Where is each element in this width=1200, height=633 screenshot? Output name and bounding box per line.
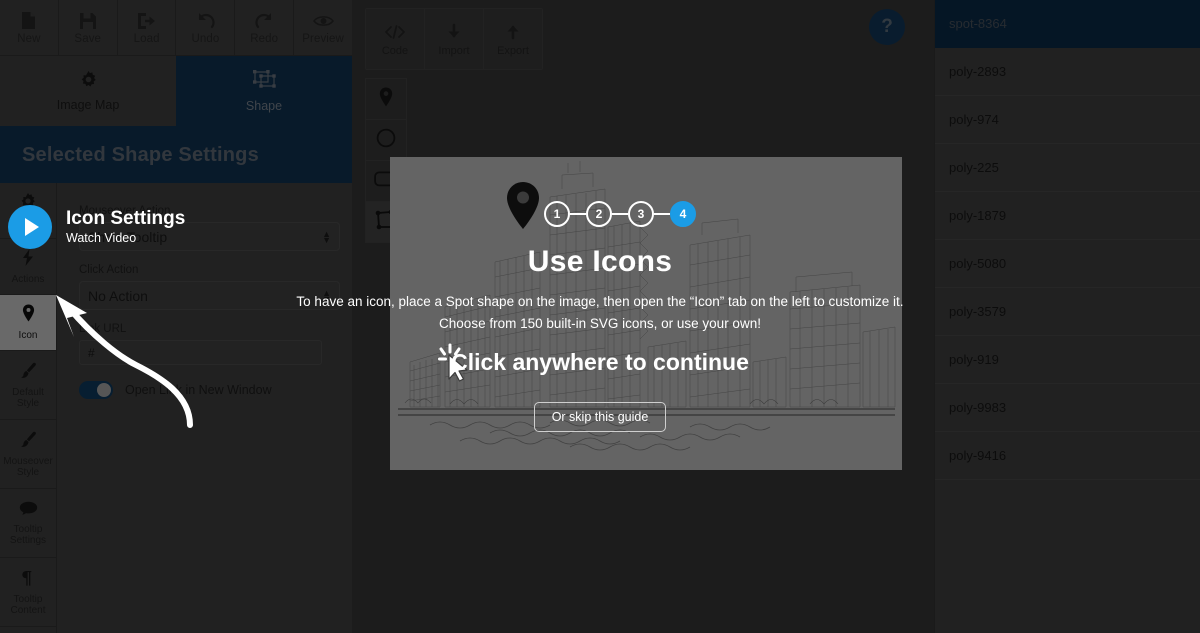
- new-button-label: New: [17, 33, 40, 45]
- shape-name: poly-225: [949, 160, 999, 175]
- list-item[interactable]: poly-974: [935, 96, 1200, 144]
- stepper-arrows-icon: ▲▼: [322, 231, 331, 243]
- import-button[interactable]: Import: [425, 9, 484, 69]
- sidebar-item-mouseover-style-label: Mouseover Style: [0, 456, 56, 478]
- shape-name: poly-5080: [949, 256, 1006, 271]
- shape-nodes-icon: [252, 69, 277, 94]
- code-button[interactable]: Code: [366, 9, 425, 69]
- shape-name: spot-8364: [949, 16, 1007, 31]
- redo-arrow-icon: [255, 11, 274, 31]
- mode-tabs: Image Map Shape: [0, 56, 352, 126]
- undo-button-label: Undo: [191, 33, 219, 45]
- save-button-label: Save: [74, 33, 101, 45]
- code-brackets-icon: [384, 22, 406, 42]
- speech-bubble-icon: [19, 501, 38, 521]
- sidebar-item-tooltip-settings[interactable]: Tooltip Settings: [0, 489, 56, 558]
- tab-image-map-label: Image Map: [57, 98, 120, 112]
- paintbrush-icon: [20, 362, 37, 384]
- list-item[interactable]: poly-2893: [935, 48, 1200, 96]
- click-action-label: Click Action: [79, 264, 352, 276]
- preview-button-label: Preview: [302, 33, 344, 45]
- shape-tool-circle[interactable]: [366, 120, 406, 161]
- import-button-label: Import: [438, 45, 469, 57]
- shape-name: poly-3579: [949, 304, 1006, 319]
- list-item[interactable]: poly-3579: [935, 288, 1200, 336]
- paintbrush-icon: [20, 431, 37, 453]
- list-item[interactable]: poly-919: [935, 336, 1200, 384]
- shape-name: poly-2893: [949, 64, 1006, 79]
- map-pin-icon: [22, 304, 35, 327]
- map-pin-icon: [379, 87, 393, 112]
- tab-shape-label: Shape: [246, 99, 282, 113]
- tutorial-arrow: [40, 285, 200, 435]
- shapes-list-panel: spot-8364 poly-2893 poly-974 poly-225 po…: [934, 0, 1200, 633]
- callout-subtitle: Watch Video: [66, 230, 185, 246]
- help-button[interactable]: ?: [869, 9, 905, 45]
- canvas-area: Code Import Export: [352, 0, 935, 633]
- play-icon[interactable]: [8, 205, 52, 249]
- export-button-label: Export: [497, 45, 529, 57]
- pilcrow-icon: ¶: [21, 569, 35, 591]
- stepper-arrows-icon: ▲▼: [322, 290, 331, 302]
- new-button[interactable]: New: [0, 0, 59, 55]
- question-mark-icon: ?: [881, 16, 893, 38]
- undo-arrow-icon: [196, 11, 215, 31]
- main-toolbar: New Save Load Undo: [0, 0, 352, 56]
- shape-name: poly-9983: [949, 400, 1006, 415]
- download-arrow-icon: [445, 22, 463, 42]
- code-button-label: Code: [382, 45, 408, 57]
- shape-tool-spot[interactable]: [366, 79, 406, 120]
- sidebar-item-icon-label: Icon: [19, 330, 38, 341]
- tab-shape[interactable]: Shape: [176, 56, 352, 126]
- callout-title: Icon Settings: [66, 208, 185, 229]
- redo-button[interactable]: Redo: [235, 0, 294, 55]
- shape-name: poly-919: [949, 352, 999, 367]
- list-item[interactable]: poly-5080: [935, 240, 1200, 288]
- shape-name: poly-974: [949, 112, 999, 127]
- load-arrow-icon: [137, 11, 156, 31]
- save-button[interactable]: Save: [59, 0, 118, 55]
- shape-name: poly-1879: [949, 208, 1006, 223]
- list-item[interactable]: spot-8364: [935, 0, 1200, 48]
- skip-guide-button[interactable]: Or skip this guide: [534, 402, 667, 432]
- sidebar-item-tooltip-settings-label: Tooltip Settings: [0, 524, 56, 546]
- icon-settings-video-callout[interactable]: Icon Settings Watch Video: [8, 205, 185, 249]
- load-button[interactable]: Load: [118, 0, 177, 55]
- sidebar-item-actions-label: Actions: [12, 274, 45, 285]
- list-item[interactable]: poly-9416: [935, 432, 1200, 480]
- floppy-disk-icon: [79, 11, 97, 31]
- tab-image-map[interactable]: Image Map: [0, 56, 176, 126]
- list-item[interactable]: poly-1879: [935, 192, 1200, 240]
- load-button-label: Load: [134, 33, 160, 45]
- eye-icon: [313, 11, 334, 31]
- canvas-code-toolbar: Code Import Export: [365, 8, 543, 70]
- list-item[interactable]: poly-9983: [935, 384, 1200, 432]
- undo-button[interactable]: Undo: [176, 0, 235, 55]
- panel-title: Selected Shape Settings: [0, 126, 352, 184]
- svg-text:¶: ¶: [21, 569, 32, 586]
- redo-button-label: Redo: [250, 33, 278, 45]
- file-icon: [21, 11, 36, 31]
- circle-icon: [376, 128, 396, 153]
- shape-name: poly-9416: [949, 448, 1006, 463]
- upload-arrow-icon: [504, 22, 522, 42]
- list-item[interactable]: poly-225: [935, 144, 1200, 192]
- sidebar-item-tooltip-content[interactable]: ¶ Tooltip Content: [0, 558, 56, 627]
- export-button[interactable]: Export: [484, 9, 542, 69]
- gear-icon: [80, 71, 97, 93]
- bolt-icon: [22, 249, 34, 271]
- preview-button[interactable]: Preview: [294, 0, 352, 55]
- app-root: Code Import Export: [0, 0, 1200, 633]
- sidebar-item-tooltip-content-label: Tooltip Content: [0, 594, 56, 616]
